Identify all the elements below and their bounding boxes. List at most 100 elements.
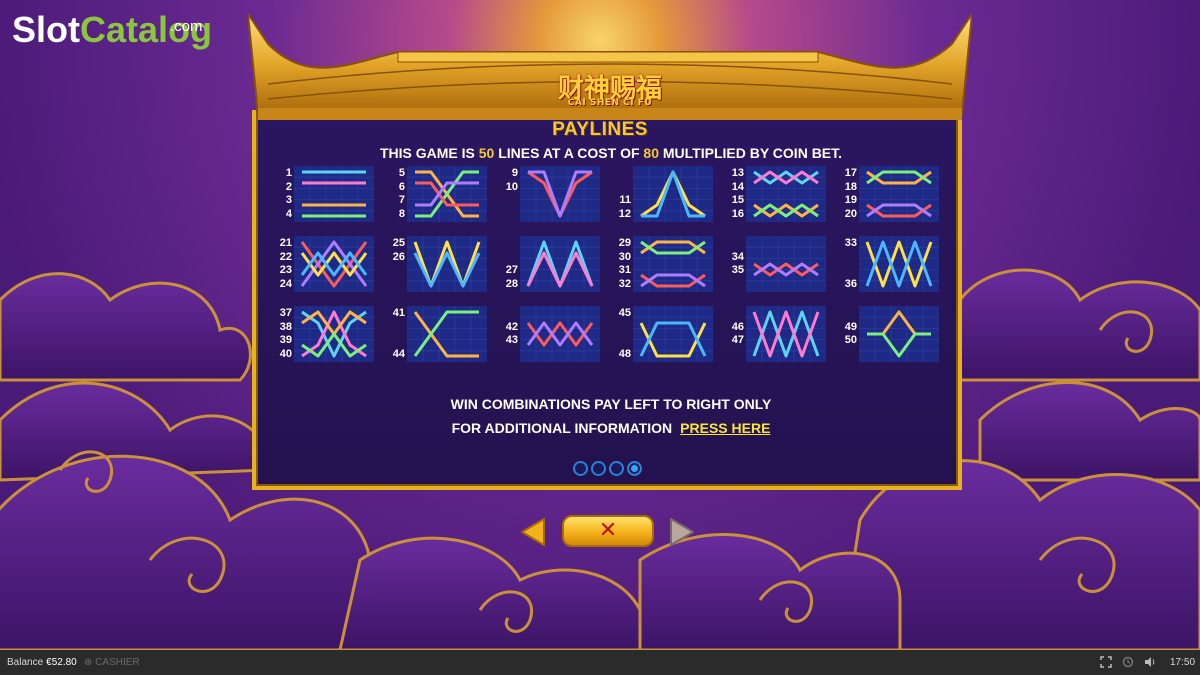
payline-number: 38 [279, 320, 292, 333]
close-button[interactable]: ✕ [562, 515, 654, 547]
balance-value: €52.80 [46, 657, 77, 668]
payline-diagram [746, 166, 826, 222]
page-dot-2[interactable] [591, 461, 606, 476]
payline-number: 34 [731, 250, 744, 263]
payline-diagram [520, 166, 600, 222]
payline-diagram [633, 166, 713, 222]
payline-number: 42 [505, 320, 518, 333]
payline-numbers: 17 18 19 20 [835, 165, 857, 223]
payline-diagram [407, 306, 487, 362]
payline-group: 37 38 39 40 [270, 305, 375, 363]
payline-number: 2 [285, 180, 292, 193]
payline-group: 21 22 23 24 [270, 235, 375, 293]
payline-numbers: 41 44 [383, 305, 405, 363]
payline-number: 6 [398, 180, 405, 193]
paylines-title: PAYLINES [552, 119, 648, 140]
payline-numbers: 45 48 [609, 305, 631, 363]
subtitle-cost: 80 [643, 145, 659, 161]
payline-group: 33 36 [835, 235, 940, 293]
payline-number: 37 [279, 307, 292, 319]
payline-number: 20 [844, 207, 857, 220]
payline-number: 32 [618, 277, 631, 290]
payline-number: 31 [618, 264, 631, 276]
clock-time: 17:50 [1170, 657, 1196, 668]
payline-number: 30 [618, 250, 631, 263]
press-here-link[interactable]: PRESS HERE [680, 420, 770, 436]
payline-number: 44 [392, 347, 405, 360]
payline-group: 42 43 [496, 305, 601, 363]
payline-number: 24 [279, 277, 292, 290]
payline-diagram [294, 236, 374, 292]
payline-numbers: 34 35 [722, 235, 744, 293]
payline-number: 45 [618, 307, 631, 319]
payline-numbers: 1234 [270, 165, 292, 223]
payline-number: 15 [731, 194, 744, 206]
payline-number: 9 [511, 167, 518, 179]
page-dot-1[interactable] [573, 461, 588, 476]
payline-numbers: 33 36 [835, 235, 857, 293]
status-bar: Balance €52.80 ⊕ CASHIER 17:50 [0, 650, 1200, 675]
balance-label: Balance [7, 657, 44, 668]
payline-group: 29 30 31 32 [609, 235, 714, 293]
payline-group: 17 18 19 20 [835, 165, 940, 223]
payline-number: 43 [505, 334, 518, 346]
payline-group: 25 26 [383, 235, 488, 293]
page-dot-4[interactable] [627, 461, 642, 476]
history-icon[interactable] [1122, 656, 1134, 668]
payline-number: 40 [279, 347, 292, 360]
payline-number: 8 [398, 207, 405, 220]
payline-number: 23 [279, 264, 292, 276]
subtitle-middle: LINES AT A COST OF [494, 145, 644, 161]
payline-group: 34 35 [722, 235, 827, 293]
payline-diagram [746, 306, 826, 362]
payline-group: 46 47 [722, 305, 827, 363]
payline-number: 21 [279, 237, 292, 249]
payline-group: 41 44 [383, 305, 488, 363]
payline-number: 36 [844, 277, 857, 290]
payline-number: 27 [505, 264, 518, 276]
payline-number: 10 [505, 180, 518, 193]
payline-group: 27 28 [496, 235, 601, 293]
payline-group: 13 14 15 16 [722, 165, 827, 223]
watermark-slot-text: Slot [12, 9, 80, 50]
payline-number: 39 [279, 334, 292, 346]
payline-number: 18 [844, 180, 857, 193]
payline-number: 12 [618, 207, 631, 220]
watermark-com-text: .com [170, 18, 203, 35]
cashier-label: CASHIER [95, 657, 140, 668]
payline-group: 9 10 [496, 165, 601, 223]
temple-roof [248, 13, 972, 120]
additional-info-text: FOR ADDITIONAL INFORMATION [451, 420, 673, 436]
payline-diagram [520, 306, 600, 362]
paylines-subtitle: THIS GAME IS 50 LINES AT A COST OF 80 MU… [0, 145, 1200, 161]
cashier-button[interactable]: ⊕ CASHIER [84, 657, 140, 668]
payline-diagram [633, 236, 713, 292]
balance-display: Balance €52.80 [7, 657, 77, 668]
payline-number: 25 [392, 237, 405, 249]
paylines-grid: 1 2 3 4 5 6 7 8 9 10 11 12 13 14 15 16 17 18 19 20 21 22 23 24 2… [270, 165, 950, 375]
fullscreen-icon[interactable] [1100, 656, 1112, 668]
payline-number: 33 [844, 237, 857, 249]
subtitle-suffix: MULTIPLIED BY COIN BET. [658, 145, 843, 161]
payline-number: 35 [731, 264, 744, 276]
previous-arrow-icon[interactable] [518, 516, 548, 548]
payline-numbers: 9 10 [496, 165, 518, 223]
subtitle-prefix: THIS GAME IS [379, 145, 479, 161]
payline-diagram [633, 306, 713, 362]
sound-icon[interactable] [1144, 656, 1156, 668]
payline-numbers: 11 12 [609, 165, 631, 223]
payline-number: 1 [285, 167, 292, 179]
page-dot-3[interactable] [609, 461, 624, 476]
payline-number: 48 [618, 347, 631, 360]
payline-number: 3 [285, 194, 292, 206]
additional-info: FOR ADDITIONAL INFORMATION PRESS HERE [0, 420, 1200, 436]
close-icon: ✕ [598, 518, 618, 543]
payline-number: 11 [619, 194, 631, 206]
payline-number: 49 [844, 320, 857, 333]
payline-numbers: 29 30 31 32 [609, 235, 631, 293]
subtitle-lines-count: 50 [478, 145, 495, 161]
next-arrow-icon[interactable] [667, 516, 697, 548]
payline-number: 28 [505, 277, 518, 290]
slotcatalog-watermark: SlotCatalog .com [12, 10, 212, 50]
payline-numbers: 49 50 [835, 305, 857, 363]
